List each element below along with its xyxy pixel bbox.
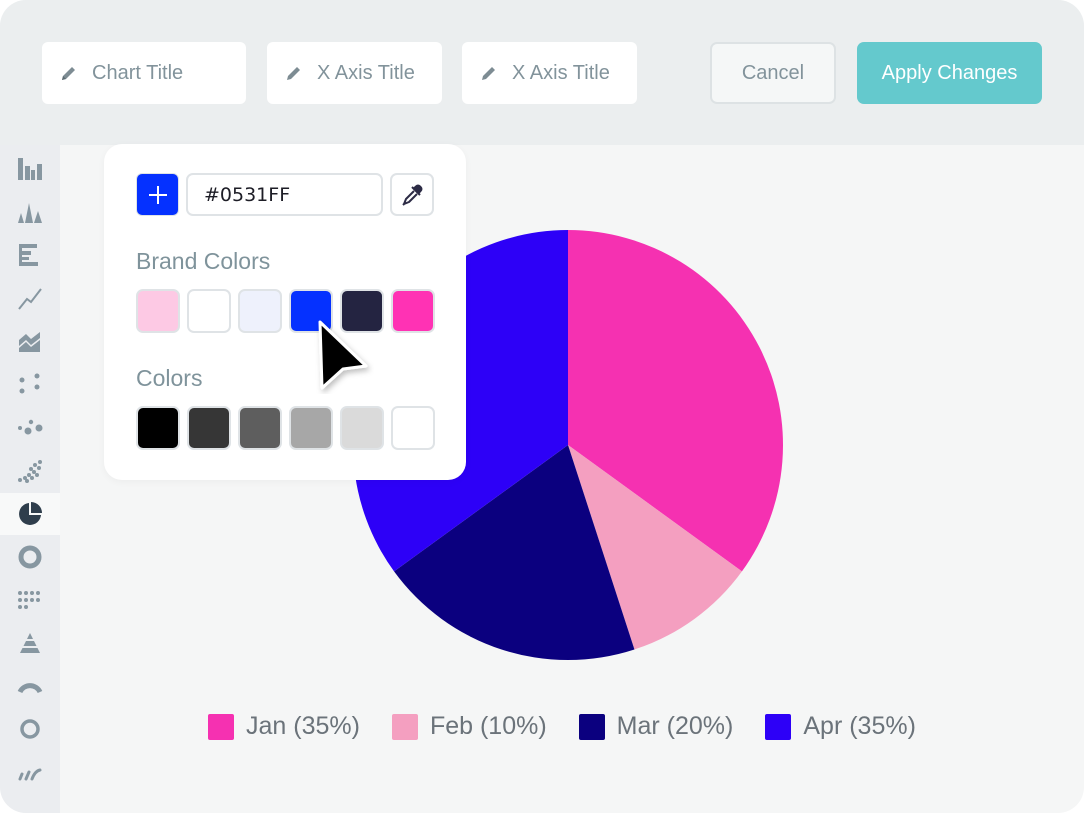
sidebar-item-sparkline[interactable] [0,751,60,793]
color-swatch-1[interactable] [187,406,231,450]
sidebar-item-gauge-chart[interactable] [0,665,60,707]
legend-swatch [765,713,792,740]
legend-label: Feb (10%) [429,712,547,740]
sidebar-item-histogram[interactable] [0,191,60,233]
brand-color-swatch-1[interactable] [187,289,231,333]
legend-item-jan[interactable]: Jan (35%) [208,712,360,741]
dense-scatter-icon [18,460,42,483]
pencil-icon [287,67,300,80]
sidebar-item-bubble-chart[interactable] [0,406,60,448]
add-color-button[interactable] [136,173,179,216]
x-axis-title-2-placeholder: X Axis Title [512,61,610,84]
legend-swatch [391,713,418,740]
x-axis-title-placeholder: X Axis Title [317,61,415,84]
pyramid-icon [20,633,40,653]
scatter-icon [19,373,40,394]
chart-editor-window: Chart Title X Axis Title X Axis Title Ca… [0,0,1084,813]
brand-color-swatch-0[interactable] [136,289,180,333]
pie-chart-icon [19,502,42,525]
mouse-cursor-icon [318,320,368,390]
donut-icon [18,545,42,569]
sidebar-item-dense-scatter[interactable] [0,449,60,491]
cancel-button[interactable]: Cancel [710,42,836,104]
column-chart-icon [18,158,42,180]
brand-colors-label: Brand Colors [136,248,271,274]
horizontal-bar-icon [19,244,38,266]
dot-matrix-icon [18,591,40,609]
legend-item-feb[interactable]: Feb (10%) [391,712,547,741]
color-picker-popover: Brand Colors Colors [104,144,466,480]
hex-color-input[interactable] [186,173,383,216]
sidebar-item-pyramid-chart[interactable] [0,622,60,664]
sidebar-item-ring-chart[interactable] [0,708,60,750]
sidebar-item-pie-chart[interactable] [0,493,60,535]
legend-label: Mar (20%) [616,712,734,740]
pencil-icon [62,67,75,80]
gauge-icon [17,683,43,694]
bubble-icon [18,419,43,435]
legend-label: Jan (35%) [246,712,360,740]
x-axis-title-input-2[interactable]: X Axis Title [462,42,637,104]
color-swatch-2[interactable] [238,406,282,450]
sidebar-item-dot-matrix[interactable] [0,579,60,621]
legend-item-apr[interactable]: Apr (35%) [765,712,916,741]
sidebar-item-line-chart[interactable] [0,277,60,319]
sidebar-item-column-chart[interactable] [0,148,60,190]
color-swatch-3[interactable] [289,406,333,450]
color-swatch-4[interactable] [340,406,384,450]
legend-label: Apr (35%) [803,712,916,740]
apply-changes-button[interactable]: Apply Changes [857,42,1042,104]
colors-row [136,406,442,450]
plus-icon [148,185,167,204]
color-swatch-0[interactable] [136,406,180,450]
area-chart-icon [19,332,40,352]
sidebar-item-bar-chart[interactable] [0,234,60,276]
color-swatch-5[interactable] [391,406,435,450]
line-chart-icon [18,288,42,310]
histogram-icon [18,203,42,223]
legend-swatch [578,713,605,740]
brand-color-swatch-5[interactable] [391,289,435,333]
sidebar-item-scatter-chart[interactable] [0,363,60,405]
legend-item-mar[interactable]: Mar (20%) [578,712,734,741]
eyedropper-button[interactable] [390,173,434,216]
x-axis-title-input[interactable]: X Axis Title [267,42,442,104]
chart-title-placeholder: Chart Title [92,61,184,84]
legend-swatch [208,713,234,740]
chart-title-input[interactable]: Chart Title [42,42,246,104]
pencil-icon [482,67,495,80]
chart-type-sidebar [0,145,60,813]
brand-colors-row [136,289,442,333]
eyedropper-icon [402,184,423,206]
toolbar: Chart Title X Axis Title X Axis Title Ca… [0,0,1084,145]
brand-color-swatch-2[interactable] [238,289,282,333]
ring-icon [20,719,40,739]
chart-legend: Jan (35%) Feb (10%) Mar (20%) Apr (35%) [208,712,948,741]
sidebar-item-area-chart[interactable] [0,320,60,362]
sidebar-item-donut-chart[interactable] [0,536,60,578]
sparkline-icon [18,768,42,781]
colors-label: Colors [136,365,203,391]
